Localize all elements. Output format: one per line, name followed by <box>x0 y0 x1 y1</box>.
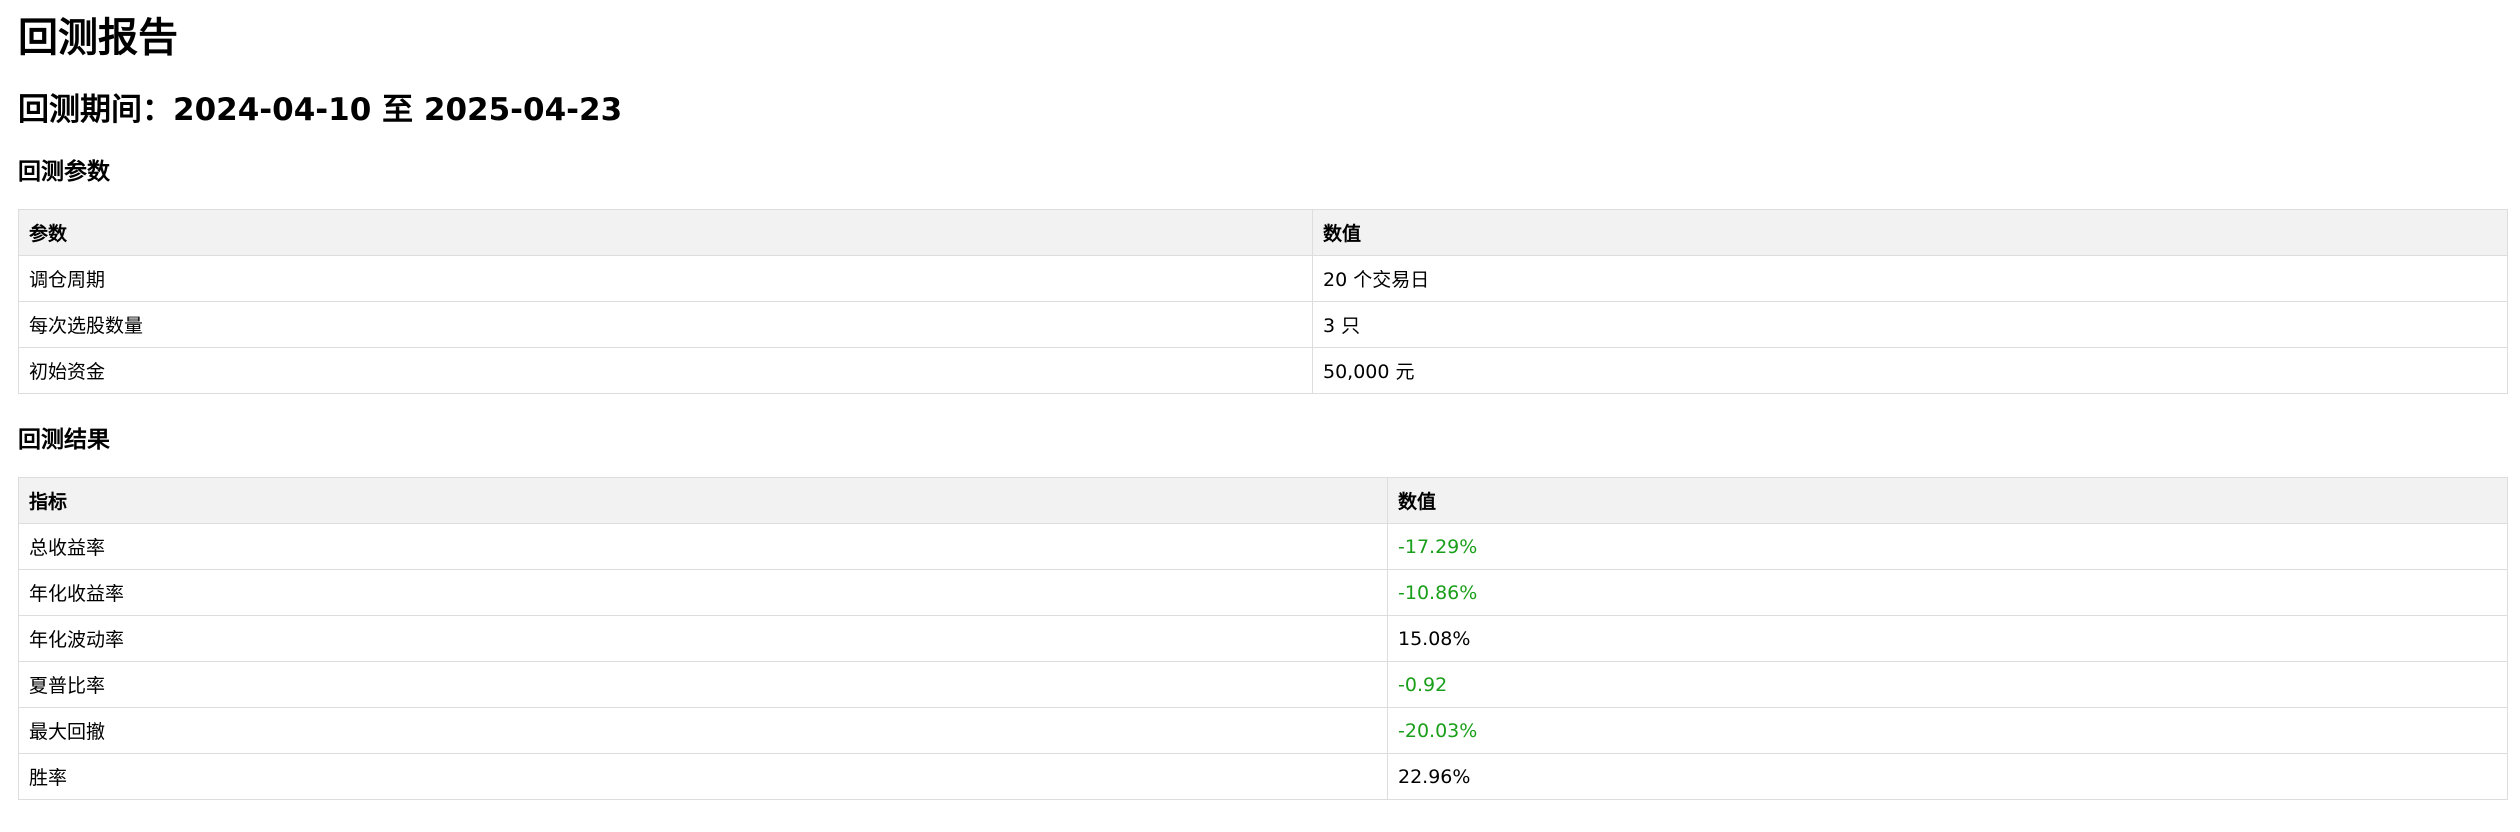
table-row: 总收益率 -17.29% <box>18 523 2508 570</box>
params-table: 参数 数值 调仓周期 20 个交易日 每次选股数量 3 只 初始资金 50,00… <box>18 209 2508 394</box>
metric-value: -17.29% <box>1387 523 2508 570</box>
results-heading: 回测结果 <box>18 427 110 453</box>
table-row: 初始资金 50,000 元 <box>18 347 2508 394</box>
column-header-value: 数值 <box>1312 209 2508 256</box>
column-header-value: 数值 <box>1387 477 2508 524</box>
param-name: 每次选股数量 <box>18 301 1313 348</box>
table-row: 年化波动率 15.08% <box>18 615 2508 662</box>
param-value: 3 只 <box>1312 301 2508 348</box>
column-header-metric: 指标 <box>18 477 1388 524</box>
param-value: 50,000 元 <box>1312 347 2508 394</box>
metric-name: 胜率 <box>18 753 1388 800</box>
table-row: 胜率 22.96% <box>18 753 2508 800</box>
table-header-row: 参数 数值 <box>18 209 2508 256</box>
table-row: 每次选股数量 3 只 <box>18 301 2508 348</box>
backtest-period: 回测期间：2024-04-10 至 2025-04-23 <box>18 92 623 128</box>
metric-value: 15.08% <box>1387 615 2508 662</box>
param-value: 20 个交易日 <box>1312 255 2508 302</box>
table-row: 年化收益率 -10.86% <box>18 569 2508 616</box>
table-row: 调仓周期 20 个交易日 <box>18 255 2508 302</box>
metric-value: -0.92 <box>1387 661 2508 708</box>
table-header-row: 指标 数值 <box>18 477 2508 524</box>
metric-name: 总收益率 <box>18 523 1388 570</box>
param-name: 调仓周期 <box>18 255 1313 302</box>
metric-name: 年化收益率 <box>18 569 1388 616</box>
metric-name: 最大回撤 <box>18 707 1388 754</box>
metric-value: -10.86% <box>1387 569 2508 616</box>
column-header-param: 参数 <box>18 209 1313 256</box>
table-row: 夏普比率 -0.92 <box>18 661 2508 708</box>
params-heading: 回测参数 <box>18 159 110 185</box>
results-table: 指标 数值 总收益率 -17.29% 年化收益率 -10.86% 年化波动率 1… <box>18 477 2508 800</box>
metric-value: 22.96% <box>1387 753 2508 800</box>
metric-value: -20.03% <box>1387 707 2508 754</box>
table-row: 最大回撤 -20.03% <box>18 707 2508 754</box>
metric-name: 夏普比率 <box>18 661 1388 708</box>
param-name: 初始资金 <box>18 347 1313 394</box>
metric-name: 年化波动率 <box>18 615 1388 662</box>
page-title: 回测报告 <box>18 15 178 61</box>
